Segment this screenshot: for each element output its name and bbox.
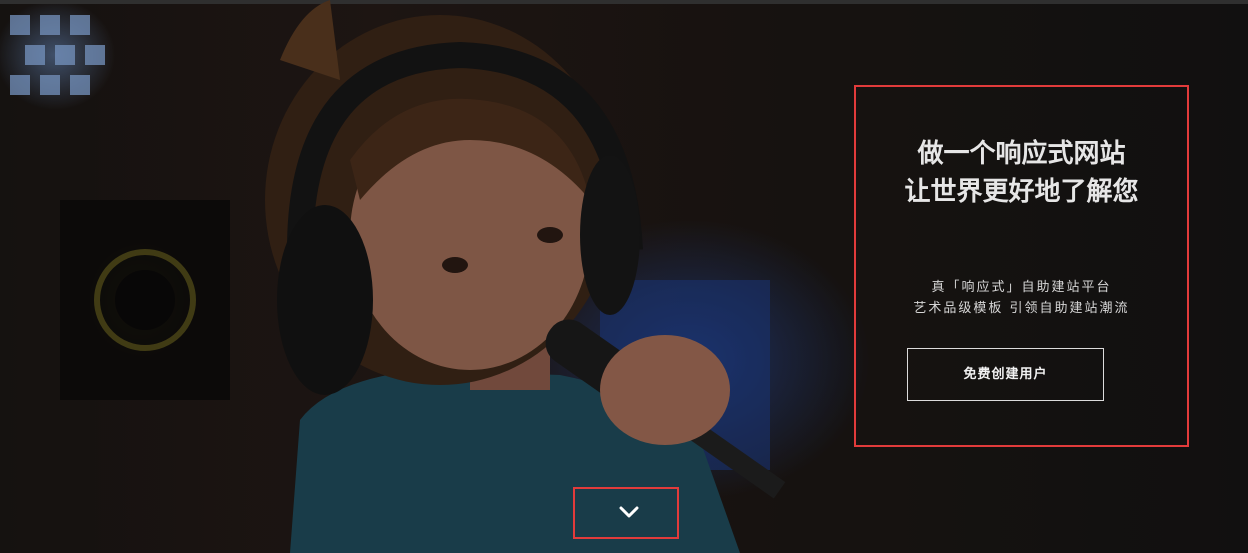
hero-banner: 做一个响应式网站 让世界更好地了解您 真「响应式」自助建站平台 艺术品级模板 引… [0,0,1248,553]
hero-subline: 真「响应式」自助建站平台 艺术品级模板 引领自助建站潮流 [856,277,1187,319]
hero-text-box: 做一个响应式网站 让世界更好地了解您 真「响应式」自助建站平台 艺术品级模板 引… [854,85,1189,447]
hero-headline: 做一个响应式网站 让世界更好地了解您 [856,135,1187,211]
subline-line-1: 真「响应式」自助建站平台 [931,280,1112,295]
scroll-down-button[interactable] [573,487,679,539]
chevron-down-icon [619,506,639,518]
headline-line-1: 做一个响应式网站 [917,139,1126,169]
create-account-button[interactable]: 免费创建用户 [907,348,1104,401]
headline-line-2: 让世界更好地了解您 [904,177,1139,207]
subline-line-2: 艺术品级模板 引领自助建站潮流 [913,301,1130,316]
